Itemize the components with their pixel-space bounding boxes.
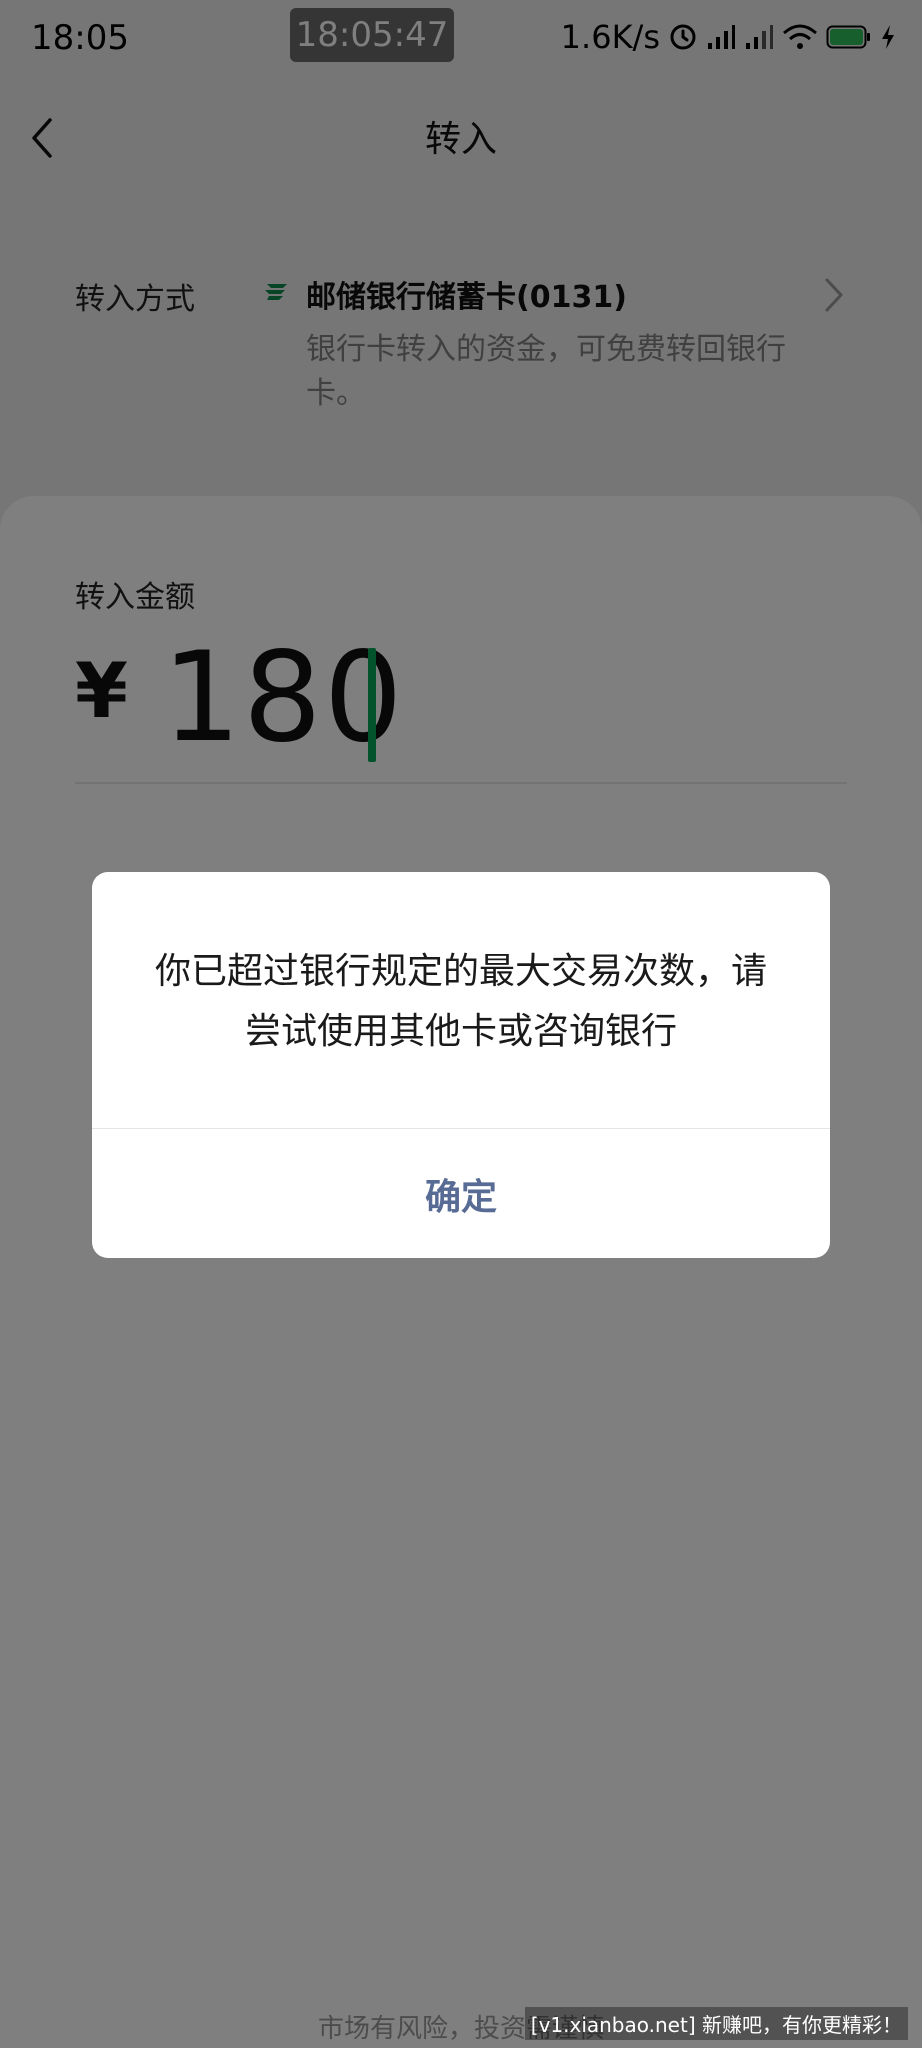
watermark: [v1.xianbao.net] 新赚吧，有你更精彩！ xyxy=(524,2007,908,2040)
dialog-message: 你已超过银行规定的最大交易次数，请尝试使用其他卡或咨询银行 xyxy=(154,951,767,1052)
error-dialog: 你已超过银行规定的最大交易次数，请尝试使用其他卡或咨询银行 确定 xyxy=(92,872,830,1258)
transfer-in-screen: 18:05 18:05:47 1.6K/s xyxy=(0,0,922,2048)
confirm-button[interactable]: 确定 xyxy=(92,1129,830,1258)
